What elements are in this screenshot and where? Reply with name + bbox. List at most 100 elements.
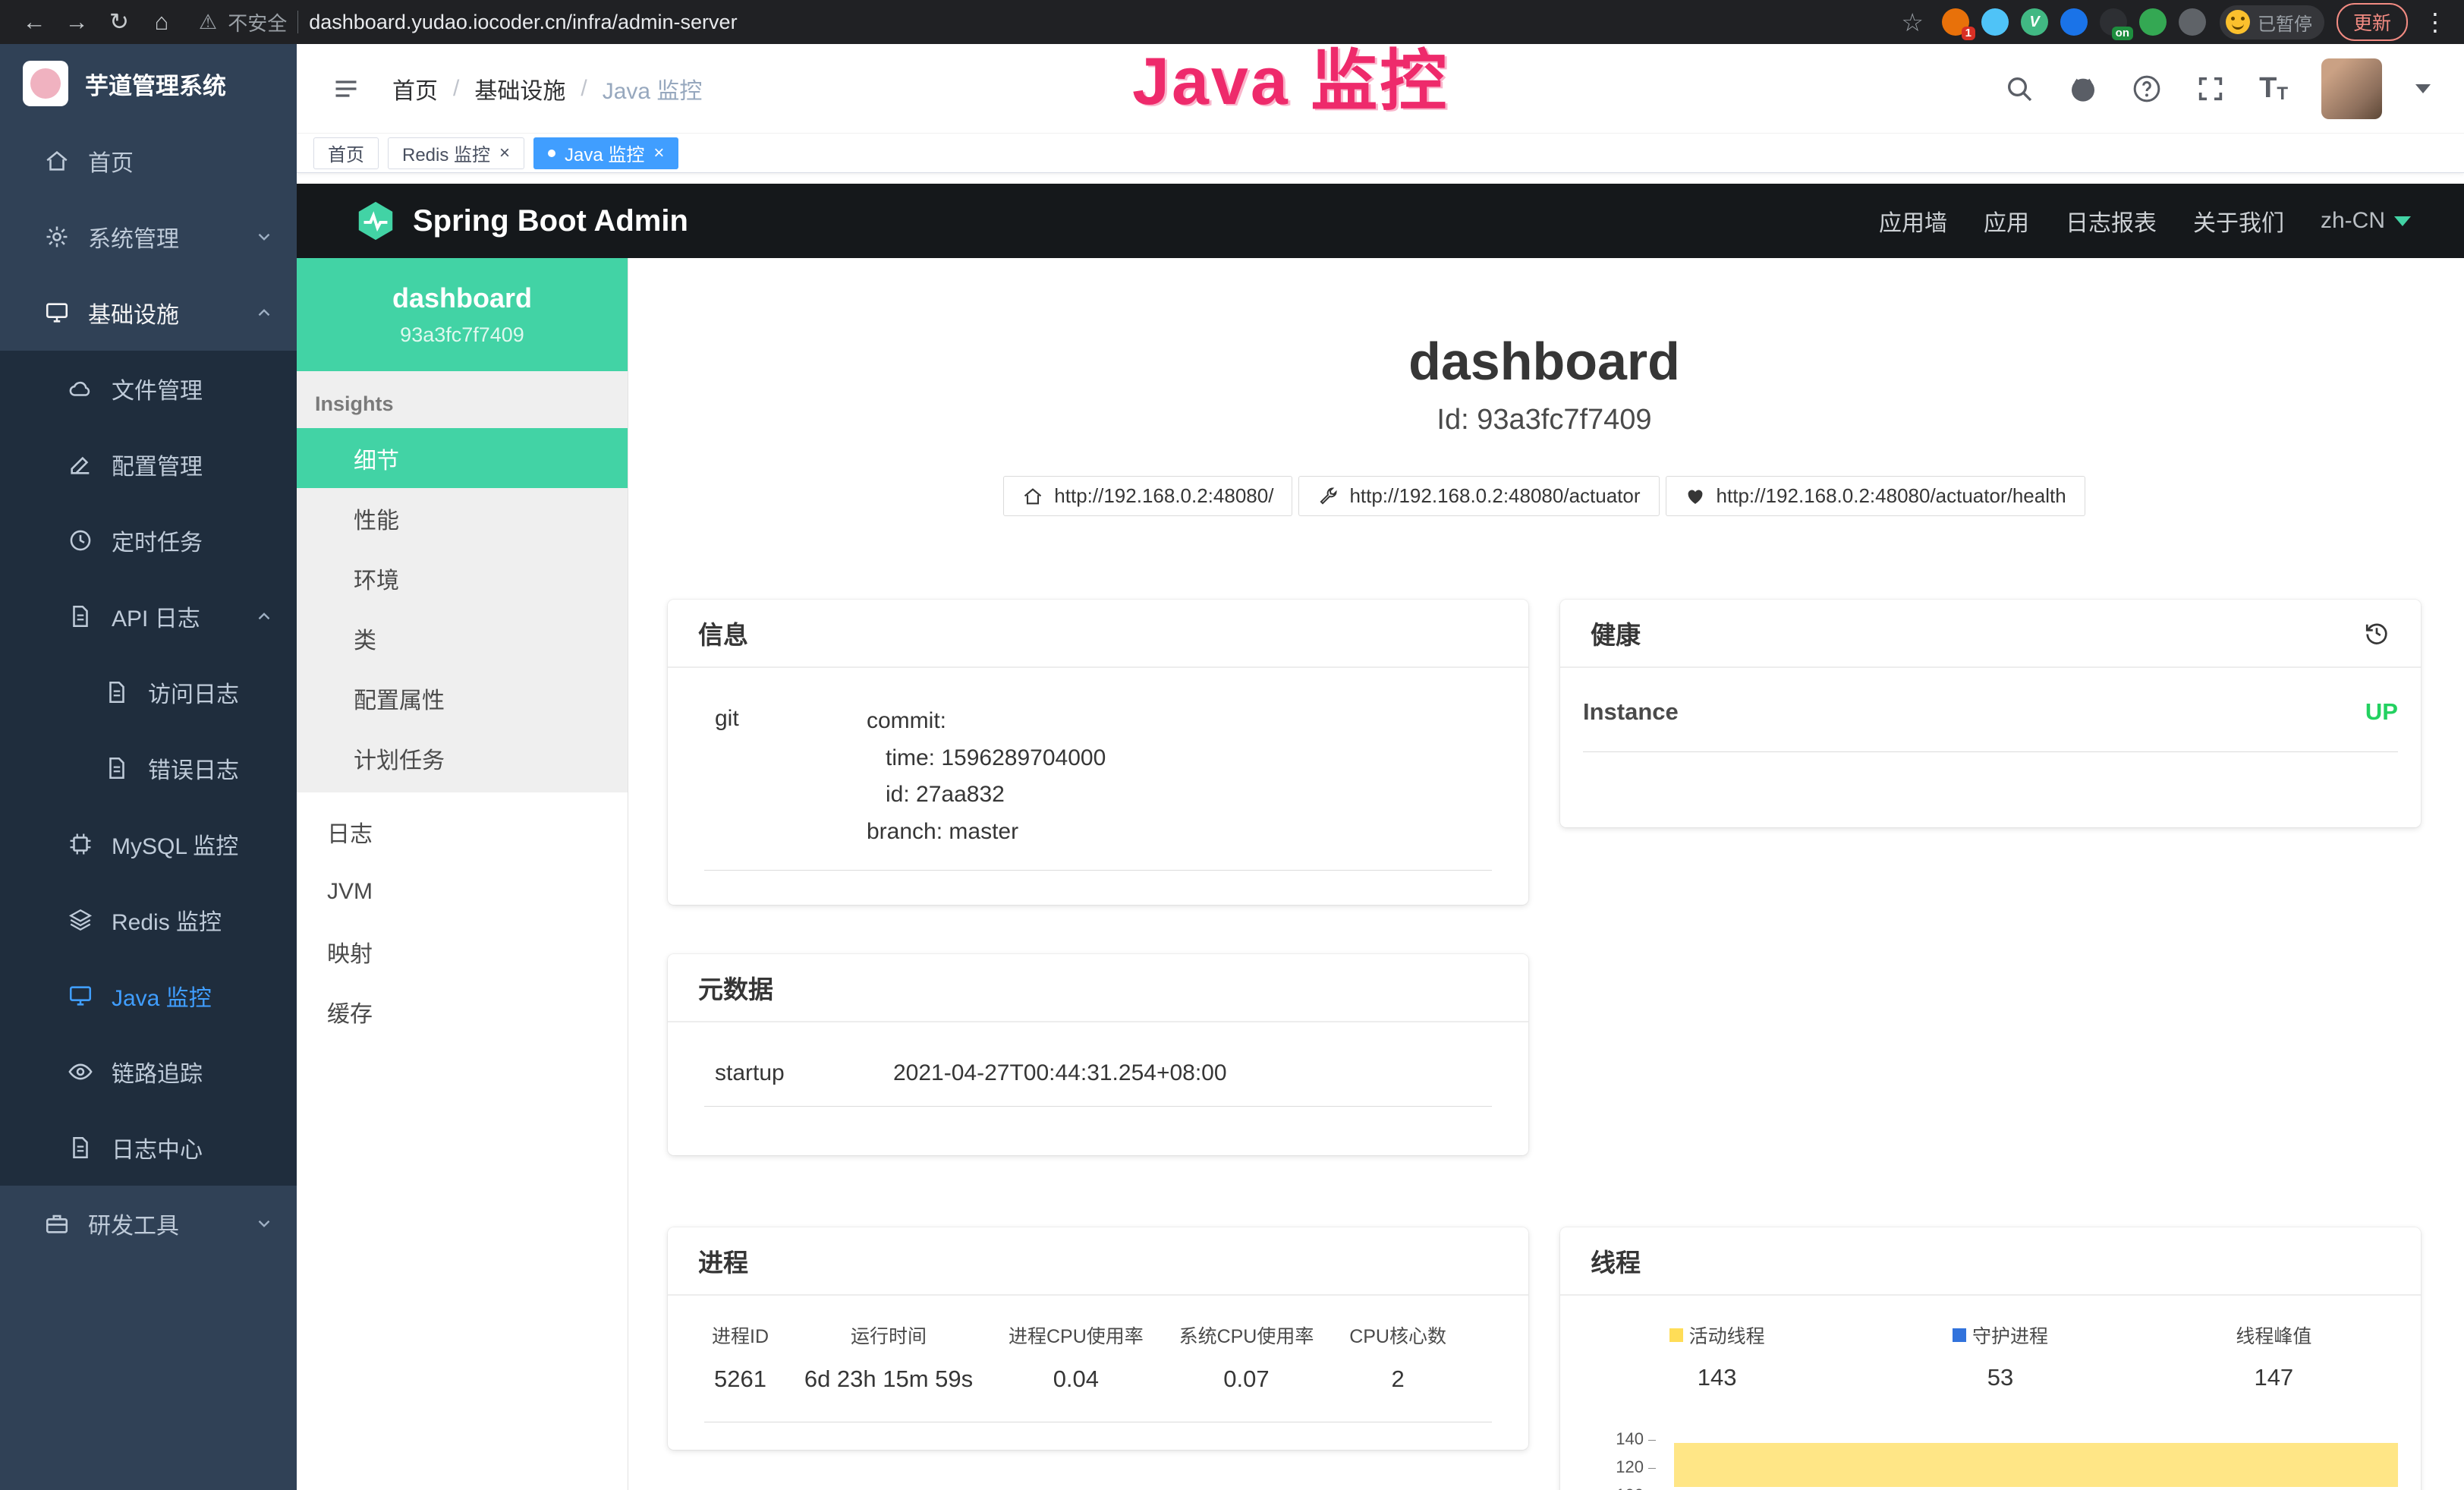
sba-instance-id: 93a3fc7f7409 bbox=[400, 323, 524, 347]
breadcrumb-home[interactable]: 首页 bbox=[392, 72, 438, 106]
address-bar[interactable]: ⚠ 不安全 dashboard.yudao.iocoder.cn/infra/a… bbox=[199, 8, 1893, 36]
bookmark-star-icon[interactable]: ☆ bbox=[1901, 8, 1924, 37]
sba-nav-about[interactable]: 关于我们 bbox=[2193, 204, 2284, 238]
warning-icon: ⚠ bbox=[199, 11, 217, 34]
redis-icon bbox=[68, 907, 93, 933]
sba-item-environment[interactable]: 环境 bbox=[297, 548, 628, 608]
java-icon bbox=[68, 983, 93, 1009]
sba-logo-icon[interactable] bbox=[354, 199, 398, 243]
sidebar-item-trace[interactable]: 链路追踪 bbox=[0, 1034, 297, 1110]
extension-vue-icon[interactable]: V bbox=[2021, 8, 2048, 36]
legend-active-threads[interactable]: 活动线程 143 bbox=[1669, 1321, 1765, 1391]
extension-drop-icon[interactable] bbox=[1981, 8, 2009, 36]
avatar-caret-icon[interactable] bbox=[2415, 84, 2431, 93]
sba-item-classes[interactable]: 类 bbox=[297, 608, 628, 668]
breadcrumb-infrastructure[interactable]: 基础设施 bbox=[474, 72, 565, 106]
tab-redis-monitor[interactable]: Redis 监控 × bbox=[388, 137, 524, 169]
close-icon[interactable]: × bbox=[653, 144, 664, 162]
sba-nav: 应用墙 应用 日志报表 关于我们 zh-CN bbox=[1879, 204, 2411, 238]
y-axis-tick: 100 bbox=[1591, 1485, 1656, 1490]
sba-item-jvm[interactable]: JVM bbox=[297, 862, 628, 921]
process-card-title: 进程 bbox=[698, 1243, 748, 1279]
extension-dark-icon[interactable] bbox=[2179, 8, 2206, 36]
tab-home[interactable]: 首页 bbox=[313, 137, 379, 169]
instance-health-row: Instance UP bbox=[1583, 698, 2398, 752]
sba-language-select[interactable]: zh-CN bbox=[2321, 208, 2411, 234]
actuator-url-button[interactable]: http://192.168.0.2:48080/actuator bbox=[1298, 476, 1659, 516]
sba-item-mappings[interactable]: 映射 bbox=[297, 921, 628, 981]
extension-on-badge: on bbox=[2112, 27, 2133, 41]
close-icon[interactable]: × bbox=[499, 144, 510, 162]
reload-icon[interactable]: ↻ bbox=[102, 5, 137, 39]
sba-nav-applications[interactable]: 应用 bbox=[1984, 204, 2029, 238]
chevron-down-icon bbox=[254, 1214, 274, 1233]
search-icon[interactable] bbox=[2004, 74, 2034, 104]
instance-links: http://192.168.0.2:48080/ http://192.168… bbox=[668, 476, 2421, 516]
threads-chart: 140 120 100 bbox=[1560, 1425, 2421, 1490]
sba-title[interactable]: Spring Boot Admin bbox=[413, 204, 688, 238]
app-logo[interactable]: 芋道管理系统 bbox=[0, 44, 297, 123]
breadcrumb-separator: / bbox=[581, 76, 587, 102]
annotation-overlay: Java 监控 bbox=[1132, 27, 1449, 124]
sidebar-item-system[interactable]: 系统管理 bbox=[0, 199, 297, 275]
sidebar-item-api-log[interactable]: API 日志 bbox=[0, 578, 297, 654]
sidebar-item-mysql-monitor[interactable]: MySQL 监控 bbox=[0, 806, 297, 882]
paused-label: 已暂停 bbox=[2258, 9, 2312, 36]
fullscreen-icon[interactable] bbox=[2195, 74, 2226, 104]
sba-item-caches[interactable]: 缓存 bbox=[297, 981, 628, 1041]
url-text[interactable]: dashboard.yudao.iocoder.cn/infra/admin-s… bbox=[309, 11, 737, 34]
breadcrumb-current: Java 监控 bbox=[603, 72, 703, 106]
sidebar-item-java-monitor[interactable]: Java 监控 bbox=[0, 958, 297, 1034]
user-avatar[interactable] bbox=[2321, 58, 2382, 119]
profile-sync-paused-badge[interactable]: 已暂停 bbox=[2220, 5, 2324, 39]
browser-menu-icon[interactable]: ⋮ bbox=[2423, 8, 2447, 36]
home-icon bbox=[1022, 486, 1043, 507]
sba-item-scheduled[interactable]: 计划任务 bbox=[297, 728, 628, 788]
forward-icon[interactable]: → bbox=[59, 5, 94, 39]
sidebar-item-scheduled-tasks[interactable]: 定时任务 bbox=[0, 502, 297, 578]
sba-nav-wallboard[interactable]: 应用墙 bbox=[1879, 204, 1947, 238]
sba-item-config-props[interactable]: 配置属性 bbox=[297, 668, 628, 728]
sidebar-item-infrastructure[interactable]: 基础设施 bbox=[0, 275, 297, 351]
extension-grid-icon[interactable] bbox=[2060, 8, 2088, 36]
health-url-button[interactable]: http://192.168.0.2:48080/actuator/health bbox=[1666, 476, 2085, 516]
sba-sidebar: dashboard 93a3fc7f7409 Insights 细节 性能 环境… bbox=[297, 258, 628, 1490]
hamburger-icon[interactable] bbox=[330, 75, 362, 102]
legend-daemon-threads[interactable]: 守护进程 53 bbox=[1953, 1321, 2048, 1391]
sba-item-logs[interactable]: 日志 bbox=[297, 802, 628, 862]
info-card-header: 信息 bbox=[668, 600, 1528, 668]
sba-section-label: Insights bbox=[297, 371, 628, 428]
sidebar-item-file-management[interactable]: 文件管理 bbox=[0, 351, 297, 427]
update-button[interactable]: 更新 bbox=[2337, 3, 2408, 41]
sidebar-item-log-center[interactable]: 日志中心 bbox=[0, 1110, 297, 1186]
extension-orange-icon[interactable]: 1 bbox=[1942, 8, 1969, 36]
extension-switch-icon[interactable]: on bbox=[2100, 8, 2127, 36]
sidebar-item-home[interactable]: 首页 bbox=[0, 123, 297, 199]
extension-leaf-icon[interactable] bbox=[2139, 8, 2167, 36]
service-url-button[interactable]: http://192.168.0.2:48080/ bbox=[1003, 476, 1292, 516]
security-label: 不安全 bbox=[228, 8, 287, 36]
history-icon[interactable] bbox=[2363, 619, 2390, 647]
font-size-icon[interactable]: TT bbox=[2259, 72, 2288, 105]
sidebar-item-devtools[interactable]: 研发工具 bbox=[0, 1186, 297, 1262]
sidebar-item-config-management[interactable]: 配置管理 bbox=[0, 427, 297, 502]
health-card-header: 健康 bbox=[1560, 600, 2421, 668]
info-card-title: 信息 bbox=[698, 615, 748, 651]
sidebar-item-redis-monitor[interactable]: Redis 监控 bbox=[0, 882, 297, 958]
back-icon[interactable]: ← bbox=[17, 5, 52, 39]
daemon-threads-swatch bbox=[1953, 1328, 1966, 1342]
sba-nav-journal[interactable]: 日志报表 bbox=[2066, 204, 2157, 238]
help-icon[interactable] bbox=[2132, 74, 2162, 104]
sba-instance-header[interactable]: dashboard 93a3fc7f7409 bbox=[297, 258, 628, 371]
sba-item-details[interactable]: 细节 bbox=[297, 428, 628, 488]
chevron-down-icon bbox=[2394, 216, 2411, 226]
api-log-icon bbox=[68, 603, 93, 629]
sba-item-metrics[interactable]: 性能 bbox=[297, 488, 628, 548]
sidebar-item-error-log[interactable]: 错误日志 bbox=[0, 730, 297, 806]
tab-java-monitor[interactable]: Java 监控 × bbox=[533, 137, 678, 169]
home-icon[interactable]: ⌂ bbox=[144, 5, 179, 39]
sidebar-item-access-log[interactable]: 访问日志 bbox=[0, 654, 297, 730]
log-center-icon bbox=[68, 1135, 93, 1161]
status-badge: UP bbox=[2365, 698, 2398, 726]
github-icon[interactable] bbox=[2068, 74, 2098, 104]
